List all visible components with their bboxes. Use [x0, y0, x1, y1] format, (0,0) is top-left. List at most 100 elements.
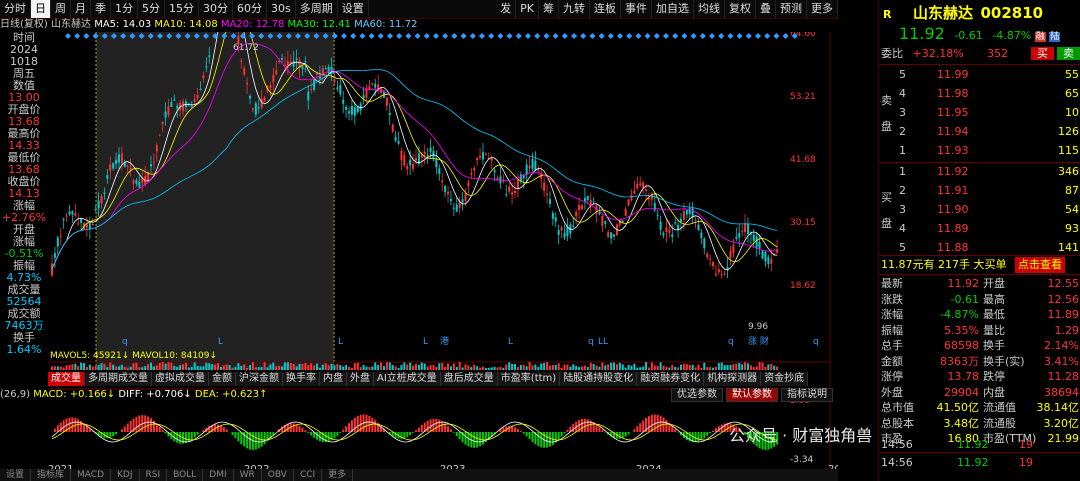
stat-value: 13.78 — [947, 370, 980, 383]
macd-bar — [295, 424, 298, 432]
indicator-tab[interactable]: 虚拟成交量 — [152, 372, 209, 386]
candle-body — [286, 61, 289, 66]
indicator-tab[interactable]: 盘后成交量 — [440, 372, 498, 386]
period-tab[interactable]: 30s — [267, 0, 296, 18]
period-tab[interactable]: 月 — [71, 0, 91, 18]
weibi-value: +32.18% — [912, 47, 964, 60]
period-tab[interactable]: 季 — [91, 0, 111, 18]
stat-label: 换手(实) — [983, 354, 1025, 368]
bottom-tab[interactable]: 指标库 — [31, 469, 72, 481]
indicator-tab[interactable]: 换手率 — [283, 372, 320, 386]
bottom-tab[interactable]: DMI — [203, 469, 234, 481]
kline-chart[interactable]: 64.6053.2141.6830.1518.6261.729.96q L L L 港 L… — [48, 32, 838, 477]
volume-bar — [318, 367, 321, 370]
macd-param-button[interactable]: 指标说明 — [781, 388, 833, 402]
indicator-tab[interactable]: 外盘 — [347, 372, 374, 386]
big-order-link[interactable]: 点击查看 — [1015, 257, 1065, 273]
volume-bar — [109, 362, 112, 370]
candle-body — [712, 262, 715, 267]
candle-body — [493, 170, 496, 173]
macd-bar — [618, 432, 621, 439]
candle-body — [560, 227, 563, 231]
bottom-tab[interactable]: OBV — [262, 469, 294, 481]
toolbar-button[interactable]: 筹 — [539, 0, 559, 18]
candle-body — [610, 232, 613, 239]
candle-body — [726, 267, 729, 269]
volume-bar — [182, 364, 185, 370]
order-level: 4 11.89 93 — [879, 221, 1080, 237]
period-tab[interactable]: 1分 — [111, 0, 138, 18]
macd-param-button[interactable]: 默认参数 — [726, 388, 778, 402]
toolbar-button[interactable]: 连板 — [590, 0, 621, 18]
level-no: 1 — [899, 144, 906, 157]
toolbar-button[interactable]: 事件 — [621, 0, 652, 18]
bottom-tab[interactable]: CCI — [294, 469, 323, 481]
bottom-tab[interactable]: RSI — [140, 469, 168, 481]
buy-button[interactable]: 买 — [1031, 47, 1054, 60]
volume-bar — [263, 362, 266, 370]
toolbar-button[interactable]: 九转 — [559, 0, 590, 18]
candle-body — [540, 173, 543, 180]
indicator-tab[interactable]: 融资融券变化 — [637, 372, 705, 386]
period-tab[interactable]: 15分 — [165, 0, 199, 18]
indicator-tab[interactable]: AI立桩成交量 — [374, 372, 441, 386]
weibi-label: 委比 — [881, 47, 903, 60]
level-price: 11.99 — [937, 68, 969, 81]
volume-bar — [240, 365, 243, 370]
toolbar-button[interactable]: 均线 — [694, 0, 725, 18]
macd-bar — [415, 430, 417, 432]
candle-body — [709, 258, 712, 260]
volume-bar — [225, 364, 228, 370]
candle-body — [516, 179, 519, 189]
toolbar-button[interactable]: 加自选 — [652, 0, 694, 18]
bottom-tab[interactable]: MACD — [71, 469, 112, 481]
period-tab[interactable]: 设置 — [338, 0, 369, 18]
stock-title: 山东赫达 — [912, 4, 973, 22]
macd-bar — [706, 432, 709, 436]
indicator-tab[interactable]: 市盈率(ttm) — [497, 372, 561, 386]
toolbar-button[interactable]: PK — [516, 0, 539, 18]
macd-param-button[interactable]: 优选参数 — [671, 388, 723, 402]
macd-bar — [531, 432, 534, 442]
volume-bar — [429, 365, 432, 370]
candle-body — [374, 83, 377, 88]
indicator-tab[interactable]: 机构探测器 — [704, 372, 762, 386]
volume-bar — [228, 365, 231, 370]
period-tab[interactable]: 日 — [31, 0, 51, 18]
volume-bar — [653, 365, 656, 370]
period-tab[interactable]: 30分 — [199, 0, 233, 18]
volume-bar — [115, 366, 118, 370]
toolbar-button[interactable]: 预测 — [776, 0, 807, 18]
bottom-tab[interactable]: 设置 — [0, 469, 32, 481]
bottom-tab[interactable]: 更多 — [322, 469, 354, 481]
toolbar-button[interactable]: 发 — [496, 0, 517, 18]
indicator-tab[interactable]: 资金抄底 — [761, 372, 809, 386]
indicator-tab[interactable]: 成交量 — [48, 372, 85, 386]
indicator-tab[interactable]: 沪深金额 — [236, 372, 283, 386]
candle-body — [263, 97, 266, 102]
toolbar-button[interactable]: 复权 — [725, 0, 756, 18]
indicator-tab[interactable]: 内盘 — [320, 372, 347, 386]
candle-body — [546, 193, 549, 195]
toolbar-button[interactable]: 更多 — [807, 0, 838, 18]
period-tab[interactable]: 多周期 — [296, 0, 338, 18]
period-tab[interactable]: 分时 — [0, 0, 31, 18]
candle-body — [461, 199, 464, 203]
volume-bar — [409, 362, 412, 370]
bottom-tab[interactable]: WR — [234, 469, 262, 481]
period-tab[interactable]: 5分 — [138, 0, 165, 18]
indicator-tab[interactable]: 多周期成交量 — [85, 372, 152, 386]
indicator-tab[interactable]: 金额 — [209, 372, 236, 386]
sell-button[interactable]: 卖 — [1057, 47, 1080, 60]
bottom-tab[interactable]: KDJ — [111, 469, 140, 481]
toolbar-button[interactable]: 叠 — [756, 0, 776, 18]
candle-body — [682, 211, 685, 220]
bottom-tab[interactable]: BOLL — [167, 469, 204, 481]
volume-bar — [720, 362, 723, 370]
volume-bar — [531, 365, 534, 370]
order-level: 5 11.88 141 — [879, 240, 1080, 256]
indicator-tab[interactable]: 陆股通持股变化 — [560, 372, 638, 386]
period-tab[interactable]: 周 — [51, 0, 71, 18]
event-marker: q — [728, 337, 734, 347]
period-tab[interactable]: 60分 — [233, 0, 267, 18]
